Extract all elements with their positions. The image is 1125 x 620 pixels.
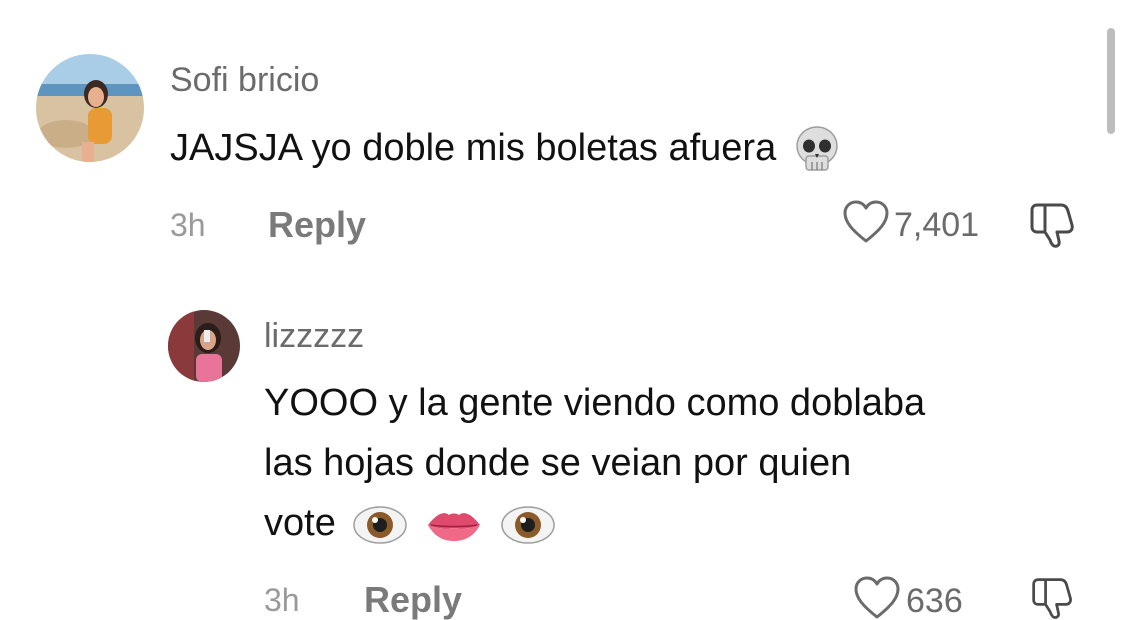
heart-icon xyxy=(842,199,890,250)
comment-username[interactable]: lizzzzz xyxy=(264,316,364,356)
comment-text-line: las hojas donde se veian por quien xyxy=(264,442,852,484)
like-count: 7,401 xyxy=(894,205,980,244)
scrollbar[interactable] xyxy=(1107,28,1115,134)
like-count: 636 xyxy=(906,581,963,620)
avatar[interactable] xyxy=(168,310,240,382)
comments-page: Sofi bricio JAJSJA yo doble mis boletas … xyxy=(0,0,1125,620)
eyes-emoji-icon xyxy=(500,504,556,546)
like-button[interactable]: 636 xyxy=(852,575,963,620)
skull-emoji-icon xyxy=(793,124,841,176)
comment-text-line: YOOO y la gente viendo como doblaba xyxy=(264,382,926,424)
reply-button[interactable]: Reply xyxy=(268,205,366,245)
dislike-button[interactable] xyxy=(1027,201,1077,254)
comment-text-line-with-emojis: vote xyxy=(264,493,925,553)
comment-text: YOOO y la gente viendo como doblaba las … xyxy=(264,373,925,553)
avatar[interactable] xyxy=(36,54,144,162)
comment-text-line: vote xyxy=(264,502,336,544)
reply-button[interactable]: Reply xyxy=(364,580,462,620)
comment-text-line: JAJSJA yo doble mis boletas afuera xyxy=(170,127,777,169)
lips-emoji-icon xyxy=(425,505,483,545)
eyes-emoji-icon xyxy=(352,504,408,546)
comment-username[interactable]: Sofi bricio xyxy=(170,60,319,100)
dislike-button[interactable] xyxy=(1027,576,1077,620)
like-button[interactable]: 7,401 xyxy=(842,199,979,250)
comment-text: JAJSJA yo doble mis boletas afuera xyxy=(170,118,841,178)
comment-timestamp: 3h xyxy=(170,207,206,243)
dislike-icon xyxy=(1027,578,1077,620)
comment-timestamp: 3h xyxy=(264,582,300,618)
heart-icon xyxy=(852,575,902,620)
dislike-icon xyxy=(1027,203,1077,253)
